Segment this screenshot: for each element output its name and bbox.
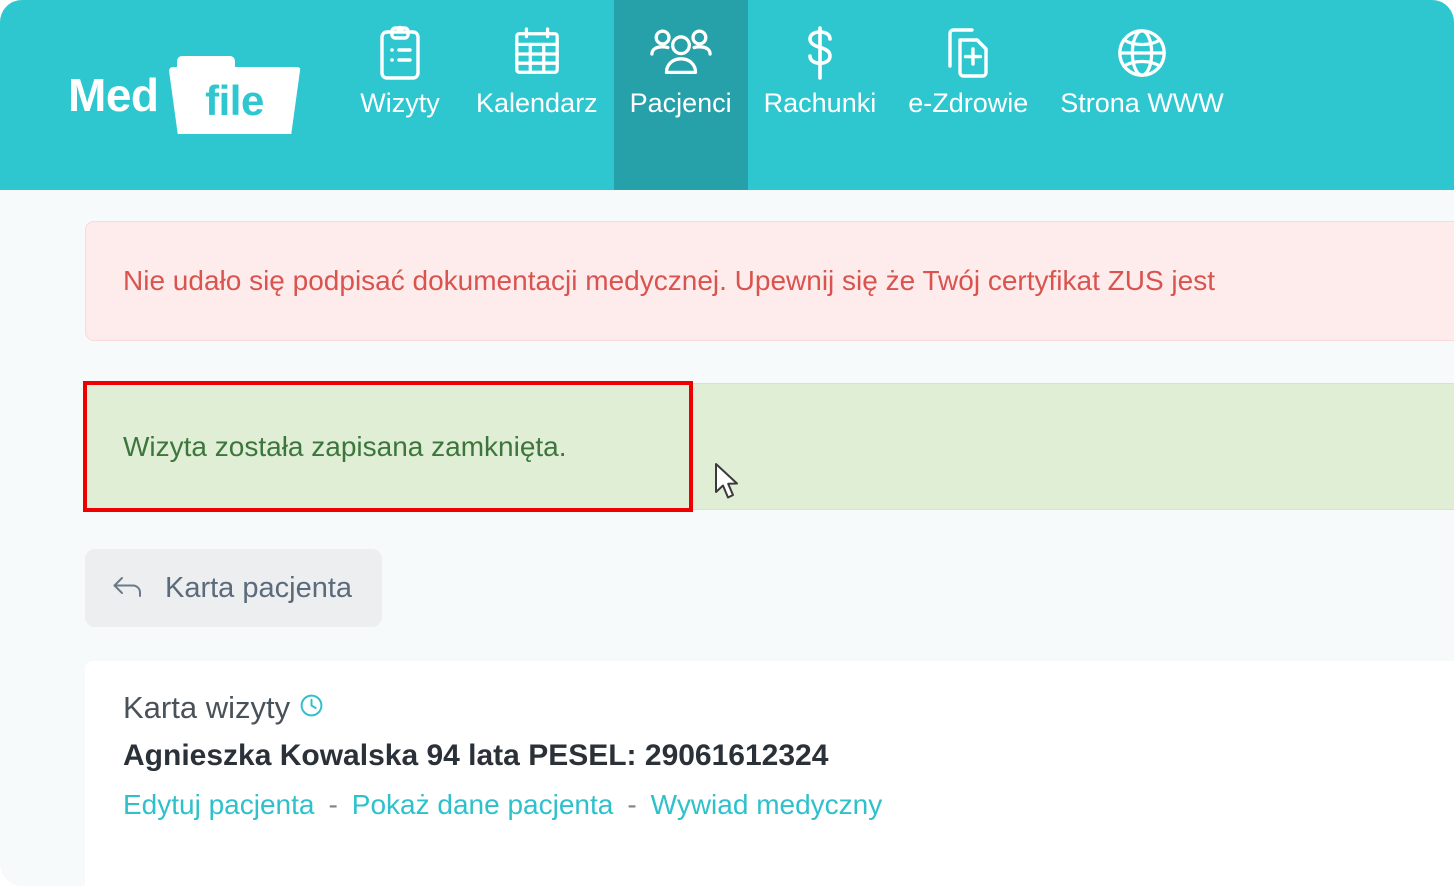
people-icon [649,22,712,84]
brand-logo-med-text: Med [68,69,159,121]
nav-label-strona-www: Strona WWW [1060,88,1224,118]
card-heading: Karta wizyty [123,690,1454,725]
nav-label-wizyty: Wizyty [360,88,440,118]
link-separator-1: - [328,789,338,821]
error-alert: Nie udało się podpisać dokumentacji medy… [85,221,1454,341]
back-arrow-icon [111,573,145,604]
error-alert-text: Nie udało się podpisać dokumentacji medy… [123,265,1215,296]
globe-icon [1115,22,1169,84]
nav-item-kalendarz[interactable]: Kalendarz [460,0,614,190]
clipboard-icon [376,22,424,84]
folder-icon: file [168,56,301,134]
link-separator-2: - [627,789,637,821]
link-pokaz-dane-pacjenta[interactable]: Pokaż dane pacjenta [352,789,614,821]
success-alert: Wizyta została zapisana zamknięta. [85,383,1454,510]
nav-item-wizyty[interactable]: Wizyty [340,0,460,190]
link-wywiad-medyczny[interactable]: Wywiad medyczny [651,789,883,821]
nav-label-rachunki: Rachunki [763,88,877,118]
clock-icon[interactable] [299,691,324,725]
documents-plus-icon [942,22,994,84]
link-edytuj-pacjenta[interactable]: Edytuj pacjenta [123,789,314,821]
card-heading-text: Karta wizyty [123,690,291,725]
brand-logo-file-text: file [205,76,264,124]
nav-label-kalendarz: Kalendarz [476,88,598,118]
brand-logo[interactable]: Med file [0,0,340,190]
dollar-icon [800,22,840,84]
karta-pacjenta-button-label: Karta pacjenta [165,571,353,604]
top-navigation-bar: Med file Wizyty Kalendarz Pacjenci Rachu… [0,0,1454,190]
success-alert-text: Wizyta została zapisana zamknięta. [123,430,567,462]
karta-pacjenta-back-button[interactable]: Karta pacjenta [85,549,383,627]
nav-item-e-zdrowie[interactable]: e-Zdrowie [892,0,1044,190]
patient-name-pesel: Agnieszka Kowalska 94 lata PESEL: 290616… [123,739,829,773]
nav-label-pacjenci: Pacjenci [629,88,732,118]
patient-action-links: Edytuj pacjenta - Pokaż dane pacjenta - … [123,789,1454,821]
nav-item-pacjenci[interactable]: Pacjenci [613,0,748,190]
calendar-icon [512,22,562,84]
nav-label-e-zdrowie: e-Zdrowie [908,88,1029,118]
nav-items-list: Wizyty Kalendarz Pacjenci Rachunki e-Zdr… [340,0,1454,190]
visit-card: Karta wizyty Agnieszka Kowalska 94 lata … [85,661,1454,886]
nav-item-rachunki[interactable]: Rachunki [748,0,893,190]
nav-item-strona-www[interactable]: Strona WWW [1044,0,1240,190]
application-window: Med file Wizyty Kalendarz Pacjenci Rachu… [0,0,1454,886]
